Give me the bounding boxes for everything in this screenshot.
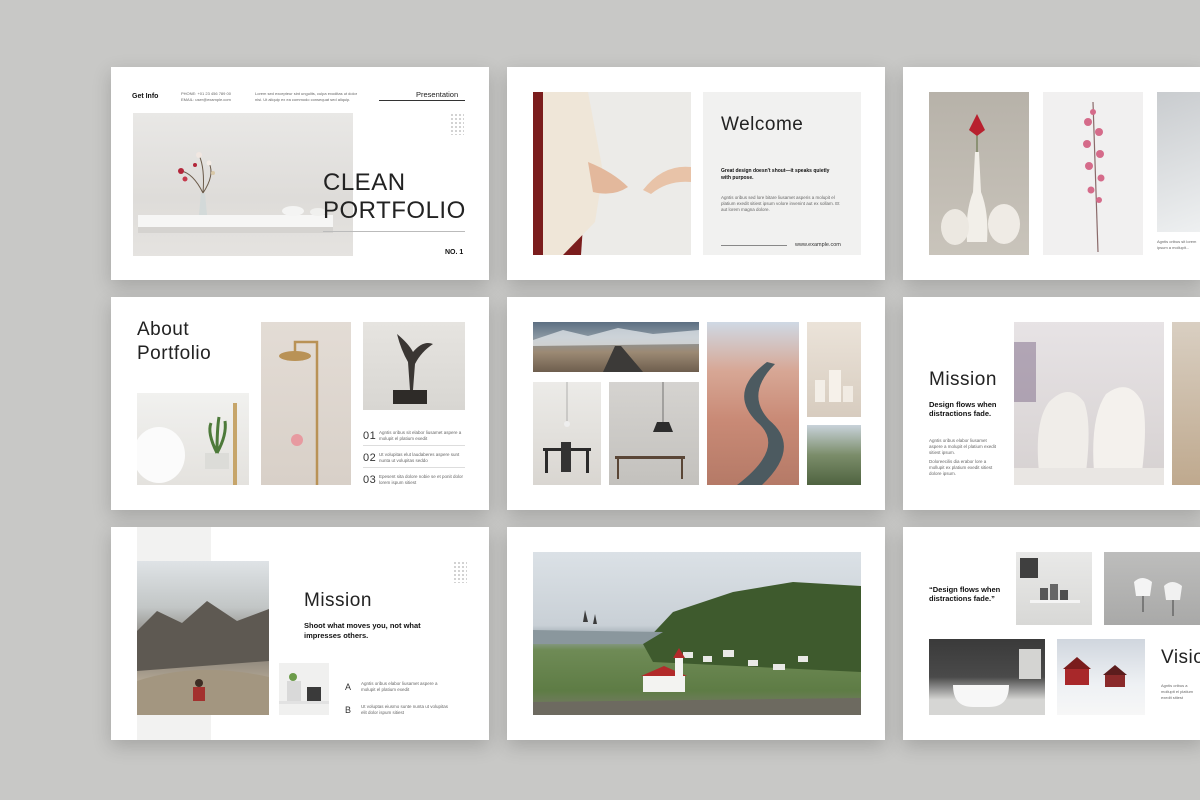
chairs-lamp-photo [1016,552,1092,625]
contact-info: PHONE: +01 23 456 789 00 EMAIL: user@exa… [181,91,231,102]
item-text-a: Agntis oribus elabor liusamet aspere a m… [361,681,438,692]
welcome-divider [721,245,787,246]
candle-table-illustration [1020,558,1080,603]
mission-subtitle: Design flows when distractions fade. [929,400,997,418]
bathtub-photo [929,639,1045,715]
dot-pattern [453,561,467,583]
item-divider-1 [363,445,465,446]
item-text-01: Agntis oribus sit elabor liusamet aspere… [379,430,462,441]
hands-photo [533,92,691,255]
title-clean: CLEAN [323,169,406,196]
mountain-valley-photo [807,425,861,485]
candles-illustration [815,370,853,402]
pink-flower-photo [1043,92,1143,255]
candles-photo [807,322,861,417]
desk-photo [279,663,329,715]
slide-vases[interactable]: Agntis oribus sit lorem ipsum a mollupit… [903,67,1200,280]
slide-welcome[interactable]: Welcome Great design doesn't shout—it sp… [507,67,885,280]
vases-body: Agntis oribus sit lorem ipsum a mollupit… [1157,239,1197,250]
about-title-1: About [137,319,190,340]
mission-title: Mission [929,369,997,390]
iceland-village-photo [533,552,861,715]
winding-road-illustration [737,362,784,485]
item-letter-a: A [345,682,352,692]
item-text-02: Ut volupitas elut laudaberes aspere sunt… [379,452,460,463]
sculpture-photo [363,322,465,410]
slide-clean-portfolio[interactable]: Get Info PHONE: +01 23 456 789 00 EMAIL:… [111,67,489,280]
dot-pattern [450,113,464,135]
snow-house-photo [1057,639,1145,715]
snow-house-illustration [1063,657,1127,687]
mission-title-2: Mission [304,590,372,611]
slide-number: NO. 1 [445,249,464,256]
dining-room-illustration [543,382,591,473]
mission-body-2: Doloreecilis dia erabor lore a mollupit … [929,459,993,476]
bathroom-plant-photo [137,393,249,485]
desk-illustration [279,673,329,704]
item-divider-2 [363,467,465,468]
vases-photo [929,92,1029,255]
slide-mission-towels[interactable]: Mission Design flows when distractions f… [903,297,1200,510]
presentation-label: Presentation [416,90,459,99]
item-number-03: 03 [363,474,377,486]
office-chairs-photo [1104,552,1200,625]
vases-illustration [941,114,1020,245]
coast-illustration [137,601,269,715]
welcome-title: Welcome [721,114,804,135]
title-underline [323,231,465,232]
about-title-2: Portfolio [137,343,212,364]
get-info-label: Get Info [132,93,159,100]
mission-subtitle-2: Shoot what moves you, not what impresses… [304,621,421,640]
item-number-01: 01 [363,430,377,442]
welcome-subtitle: Great design doesn't shout—it speaks qui… [721,168,830,181]
slide-mission-mountains[interactable]: Mission Shoot what moves you, not what i… [111,527,489,740]
item-text-03: Epesent sita dolore nobie se et ponit do… [379,474,464,485]
office-chairs-illustration [1134,578,1182,616]
shower-illustration [279,340,319,485]
vision-body: Agntis oribus a mollupit el platium exed… [1161,683,1194,700]
bathtub-illustration [953,649,1041,707]
slide-about-portfolio[interactable]: About Portfolio 01 Agntis oribus sit ela… [111,297,489,510]
slide-photo-collage[interactable] [507,297,885,510]
vision-title: Visio [1161,647,1200,668]
pendant-lamp-illustration [615,382,685,479]
item-letter-b: B [345,705,352,715]
dining-room-photo [533,382,601,485]
welcome-body: Agntis oribus sed lore bitare liusamet a… [721,195,840,212]
sculpture-illustration [393,334,433,404]
shower-photo [261,322,351,485]
gradient-photo [1157,92,1200,232]
hands-illustration [533,92,691,255]
header-divider [379,100,465,101]
pendant-lamp-photo [609,382,699,485]
item-number-02: 02 [363,452,377,464]
vision-quote: “Design flows when distractions fade.” [929,585,1001,603]
desert-road-photo [533,322,699,372]
winding-road-photo [707,322,799,485]
mission-body-1: Agntis oribus elabor liusamet aspere a m… [929,438,997,455]
welcome-url: www.example.com [795,242,841,248]
pink-flower-illustration [1083,101,1105,253]
iceland-village-illustration [533,582,861,715]
title-portfolio: PORTFOLIO [323,197,466,224]
slide-landscape[interactable] [507,527,885,740]
coast-photo [137,561,269,715]
interior-photo [1172,322,1200,485]
slide-vision[interactable]: “Design flows when distractions fade.” V… [903,527,1200,740]
shelf-vase-photo [133,113,353,256]
desert-road-illustration [533,328,699,372]
bathroom-plant-illustration [137,403,237,485]
towel-elephants-illustration [1014,342,1164,485]
item-text-b: Ut voluptas eiusmo sunte nunta ut volupi… [361,704,449,715]
intro-text: Lorem sed excepteur sint ungulits, culpa… [255,91,358,102]
towel-elephants-photo [1014,322,1164,485]
shelf-vase-illustration [138,152,333,233]
